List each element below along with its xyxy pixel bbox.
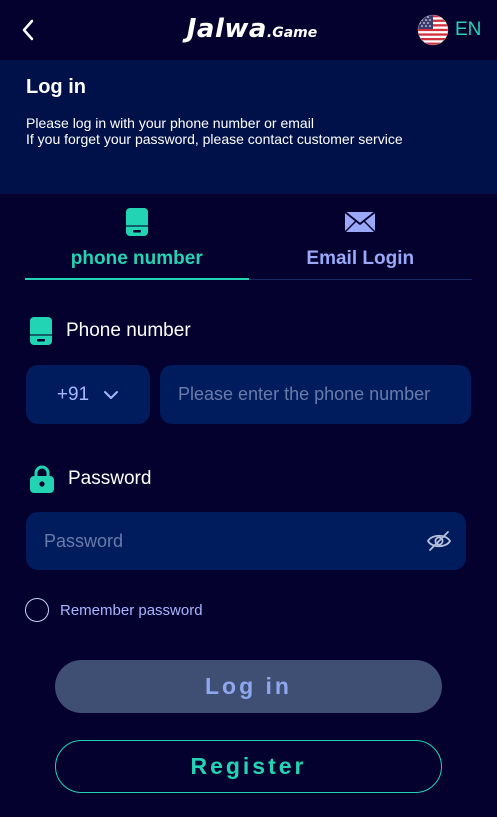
intro-line-1: Please log in with your phone number or … bbox=[26, 115, 314, 131]
password-input-wrapper bbox=[26, 512, 466, 570]
country-code-value: +91 bbox=[56, 383, 90, 405]
page-title: Log in bbox=[26, 76, 86, 98]
phone-number-label-text: Phone number bbox=[66, 320, 191, 341]
tab-phone-number-label: phone number bbox=[70, 248, 203, 269]
envelope-icon bbox=[344, 211, 376, 233]
intro-line-2: If you forget your password, please cont… bbox=[26, 131, 403, 147]
tab-phone-number[interactable]: phone number bbox=[25, 200, 249, 280]
login-button[interactable]: Log in bbox=[55, 660, 442, 713]
login-method-tabs: phone number Email Login bbox=[25, 200, 472, 280]
logo-main-text: Jalwa bbox=[186, 14, 267, 44]
phone-icon bbox=[30, 317, 52, 345]
logo-sub-text: .Game bbox=[266, 25, 318, 41]
remember-password-toggle[interactable]: Remember password bbox=[25, 598, 203, 622]
app-logo: Jalwa .Game bbox=[172, 14, 332, 48]
password-label-text: Password bbox=[68, 468, 152, 489]
tab-email-login[interactable]: Email Login bbox=[249, 200, 473, 279]
tab-email-login-label: Email Login bbox=[306, 248, 415, 269]
back-button[interactable] bbox=[14, 16, 42, 44]
login-intro-panel: Log in Please log in with your phone num… bbox=[0, 60, 497, 194]
country-code-selector[interactable]: +91 bbox=[26, 365, 150, 424]
eye-off-icon[interactable] bbox=[426, 528, 452, 554]
remember-password-radio[interactable] bbox=[25, 598, 49, 622]
phone-input-wrapper bbox=[160, 365, 471, 424]
remember-password-label: Remember password bbox=[60, 601, 203, 619]
chevron-down-icon bbox=[104, 390, 119, 399]
top-bar: Jalwa .Game EN bbox=[0, 0, 497, 60]
language-code: EN bbox=[455, 19, 482, 40]
phone-number-input[interactable] bbox=[160, 365, 471, 424]
password-input[interactable] bbox=[26, 512, 466, 570]
phone-number-label: Phone number bbox=[28, 316, 191, 346]
password-label: Password bbox=[28, 464, 151, 494]
us-flag-icon bbox=[417, 14, 449, 46]
register-button[interactable]: Register bbox=[55, 740, 442, 793]
language-selector[interactable]: EN bbox=[417, 14, 481, 46]
phone-icon bbox=[125, 208, 148, 236]
lock-icon bbox=[30, 465, 54, 493]
chevron-left-icon bbox=[22, 19, 34, 41]
